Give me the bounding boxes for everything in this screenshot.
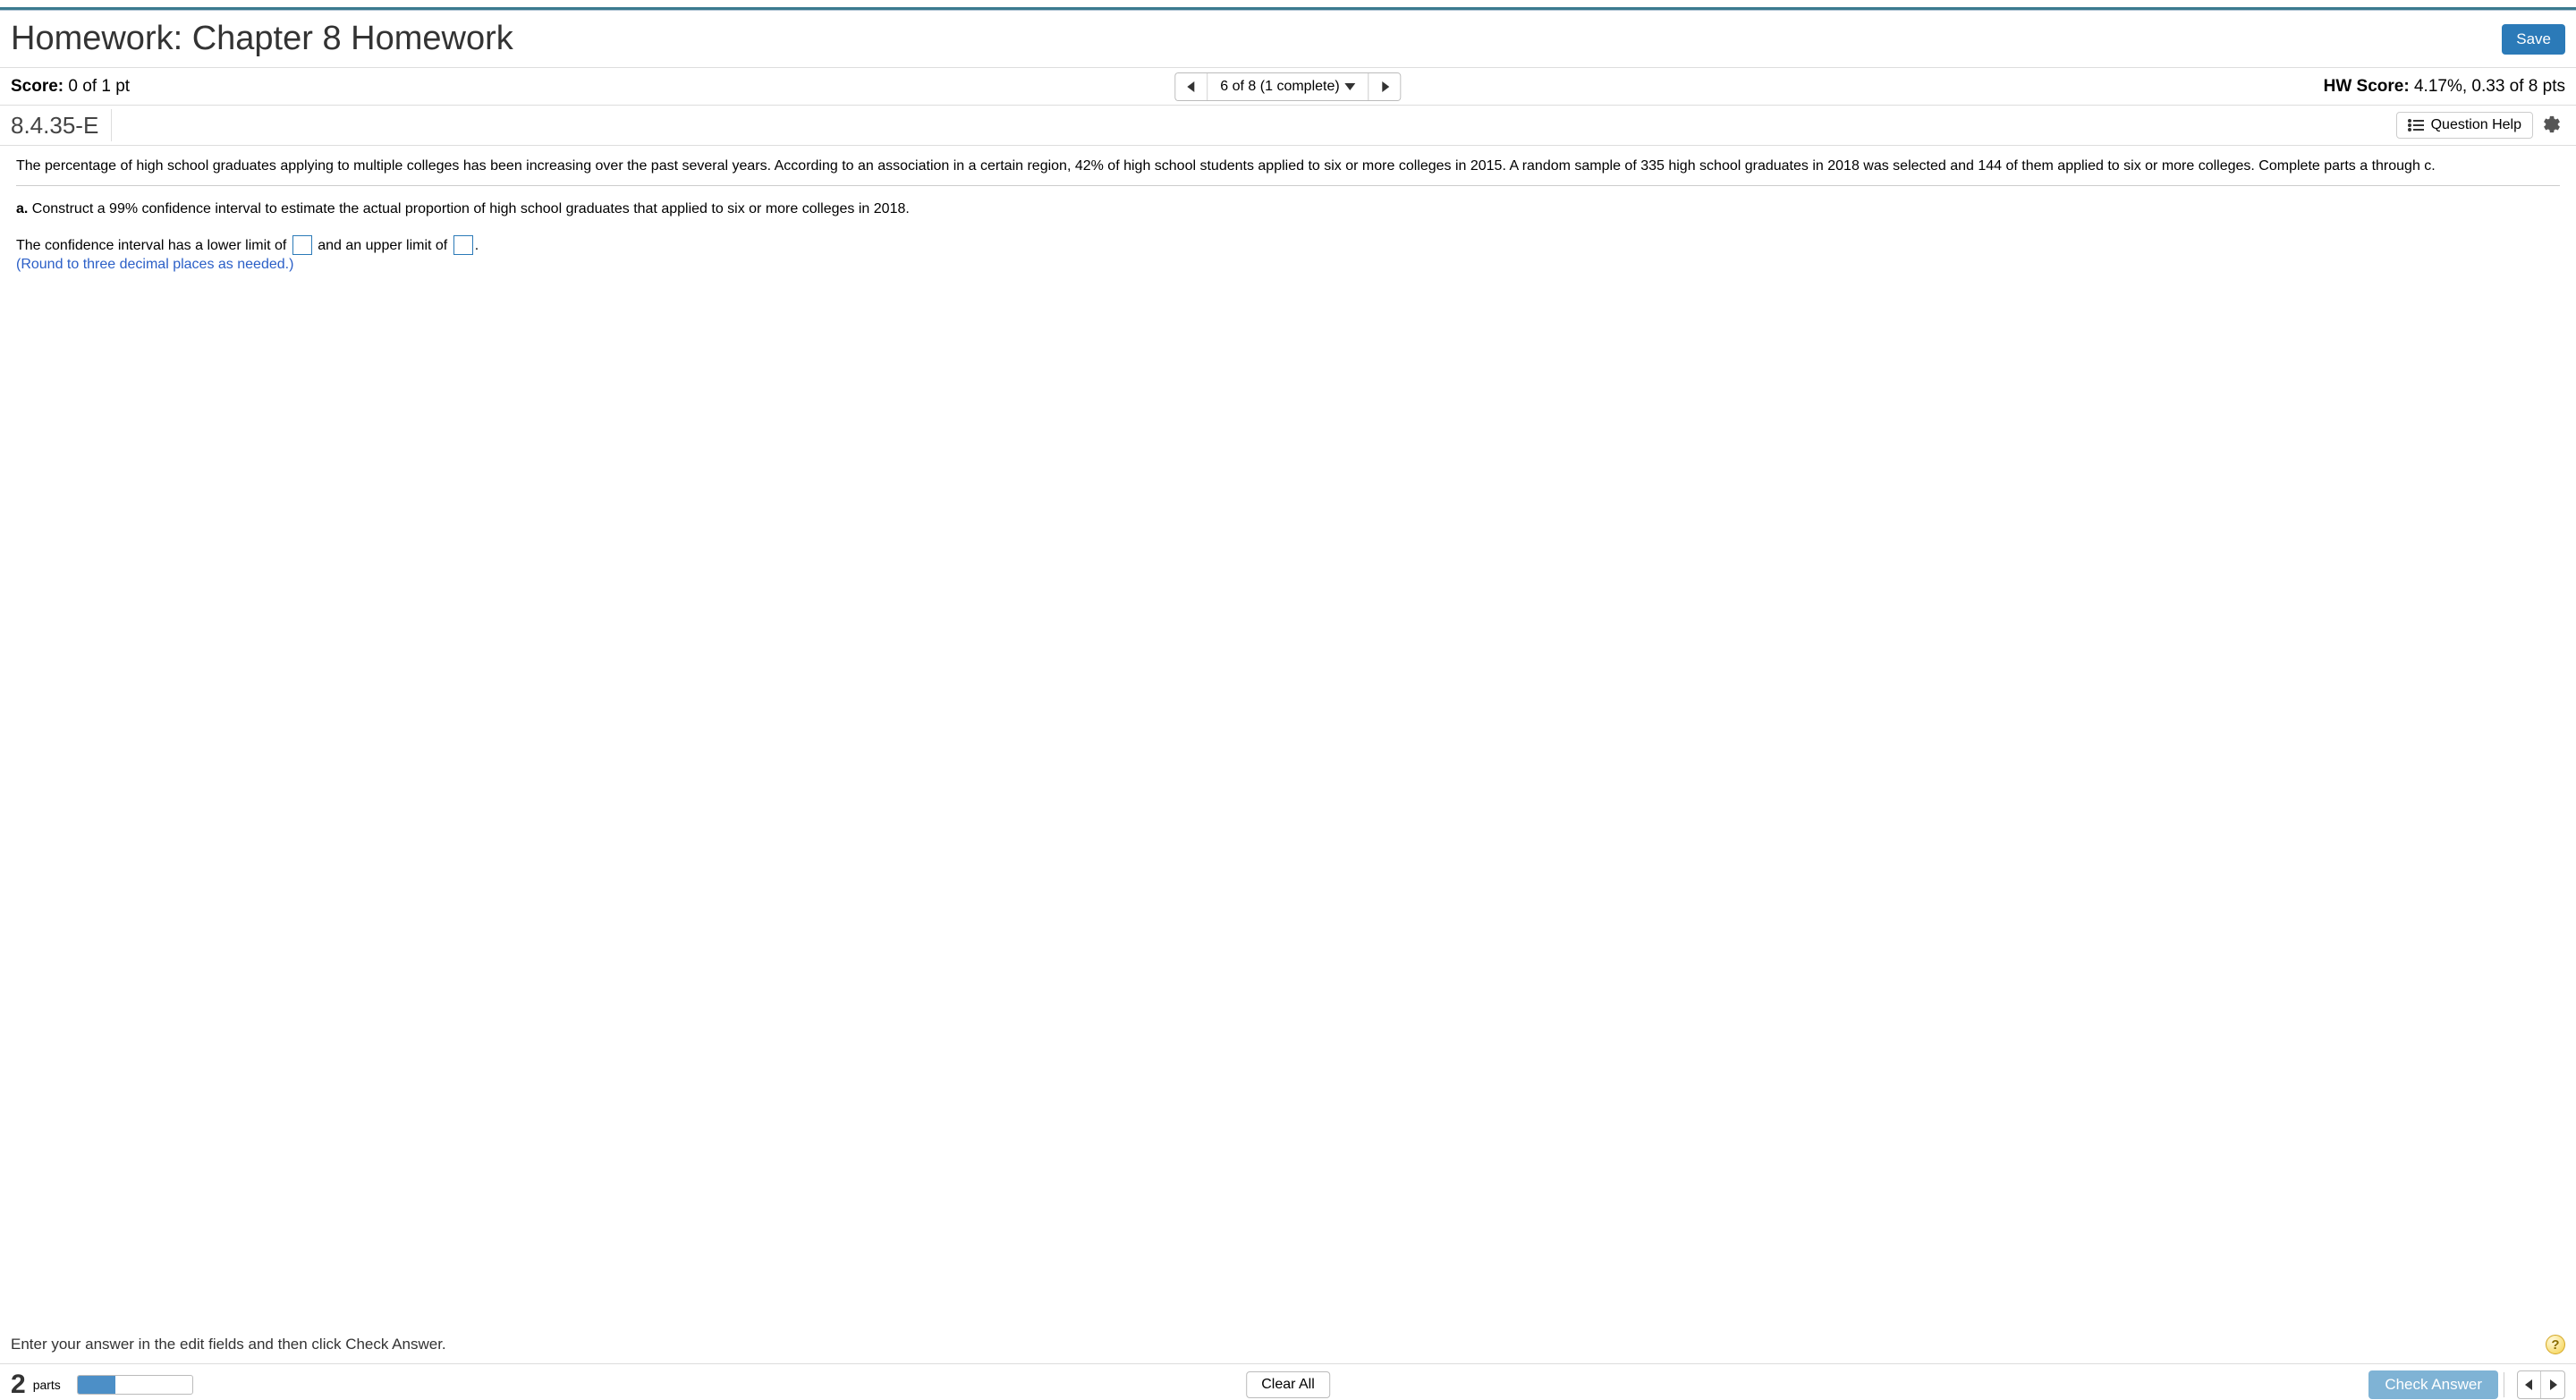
- question-navigator: 6 of 8 (1 complete): [1174, 72, 1401, 101]
- enter-answer-hint: Enter your answer in the edit fields and…: [11, 1336, 446, 1353]
- lower-limit-input[interactable]: [292, 235, 312, 255]
- help-icon[interactable]: ?: [2546, 1335, 2565, 1354]
- progress-bar: [77, 1375, 193, 1395]
- score-label: Score:: [11, 77, 64, 96]
- save-button[interactable]: Save: [2502, 24, 2565, 55]
- clear-all-button[interactable]: Clear All: [1246, 1371, 1330, 1398]
- question-progress-dropdown[interactable]: 6 of 8 (1 complete): [1208, 73, 1368, 100]
- triangle-right-icon: [2548, 1379, 2557, 1390]
- answer-sentence: The confidence interval has a lower limi…: [16, 234, 2560, 258]
- score-display: Score: 0 of 1 pt: [11, 77, 130, 97]
- question-number: 8.4.35-E: [11, 109, 112, 141]
- hw-score-label: HW Score:: [2324, 77, 2410, 96]
- part-a-text: Construct a 99% confidence interval to e…: [28, 201, 909, 216]
- caret-down-icon: [1345, 79, 1356, 95]
- parts-remaining: 2 parts remaining: [11, 1370, 193, 1400]
- problem-content: The percentage of high school graduates …: [0, 146, 2576, 284]
- bottom-prev-button[interactable]: [2518, 1371, 2541, 1398]
- settings-button[interactable]: [2538, 111, 2565, 140]
- answer-mid: and an upper limit of: [314, 238, 452, 253]
- part-a: a. Construct a 99% confidence interval t…: [16, 199, 2560, 220]
- gear-icon: [2542, 115, 2562, 134]
- upper-limit-input[interactable]: [453, 235, 473, 255]
- hw-score-display: HW Score: 4.17%, 0.33 of 8 pts: [2324, 77, 2565, 97]
- prev-question-button[interactable]: [1175, 73, 1208, 100]
- answer-pre: The confidence interval has a lower limi…: [16, 238, 291, 253]
- nav-progress-text: 6 of 8 (1 complete): [1220, 79, 1339, 95]
- question-help-button[interactable]: Question Help: [2396, 112, 2533, 139]
- homework-title: Homework: Chapter 8 Homework: [11, 20, 513, 58]
- parts-count: 2: [11, 1370, 26, 1400]
- triangle-left-icon: [2525, 1379, 2534, 1390]
- hw-score-value: 4.17%, 0.33 of 8 pts: [2410, 77, 2565, 96]
- check-answer-button[interactable]: Check Answer: [2368, 1370, 2498, 1399]
- progress-fill: [78, 1376, 115, 1394]
- triangle-left-icon: [1187, 81, 1196, 92]
- score-value: 0 of 1 pt: [64, 77, 130, 96]
- answer-post: .: [475, 238, 479, 253]
- next-question-button[interactable]: [1368, 73, 1401, 100]
- question-help-label: Question Help: [2431, 117, 2521, 133]
- triangle-right-icon: [1380, 81, 1389, 92]
- course-title-fragment: [0, 0, 2576, 7]
- parts-label-1: parts: [33, 1379, 61, 1392]
- problem-intro-text: The percentage of high school graduates …: [16, 157, 2560, 186]
- list-icon: [2408, 119, 2424, 132]
- rounding-hint: (Round to three decimal places as needed…: [16, 257, 2560, 273]
- bottom-next-button[interactable]: [2541, 1371, 2564, 1398]
- bottom-nav: [2517, 1370, 2565, 1399]
- part-a-label: a.: [16, 201, 28, 216]
